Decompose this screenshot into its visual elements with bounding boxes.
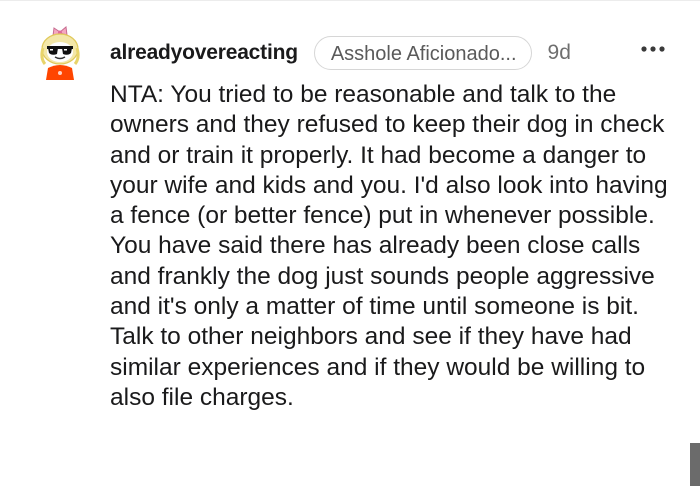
comment-header: alreadyovereacting Asshole Aficionado...… bbox=[110, 36, 571, 70]
more-options-icon[interactable] bbox=[640, 42, 666, 56]
scrollbar-thumb[interactable] bbox=[690, 443, 700, 486]
comment-body: NTA: You tried to be reasonable and talk… bbox=[110, 81, 668, 411]
user-avatar-icon[interactable] bbox=[30, 22, 90, 82]
comment: alreadyovereacting Asshole Aficionado...… bbox=[0, 0, 700, 486]
username-link[interactable]: alreadyovereacting bbox=[110, 41, 298, 65]
comment-timestamp[interactable]: 9d bbox=[548, 41, 571, 65]
user-flair-badge: Asshole Aficionado... bbox=[313, 36, 532, 70]
